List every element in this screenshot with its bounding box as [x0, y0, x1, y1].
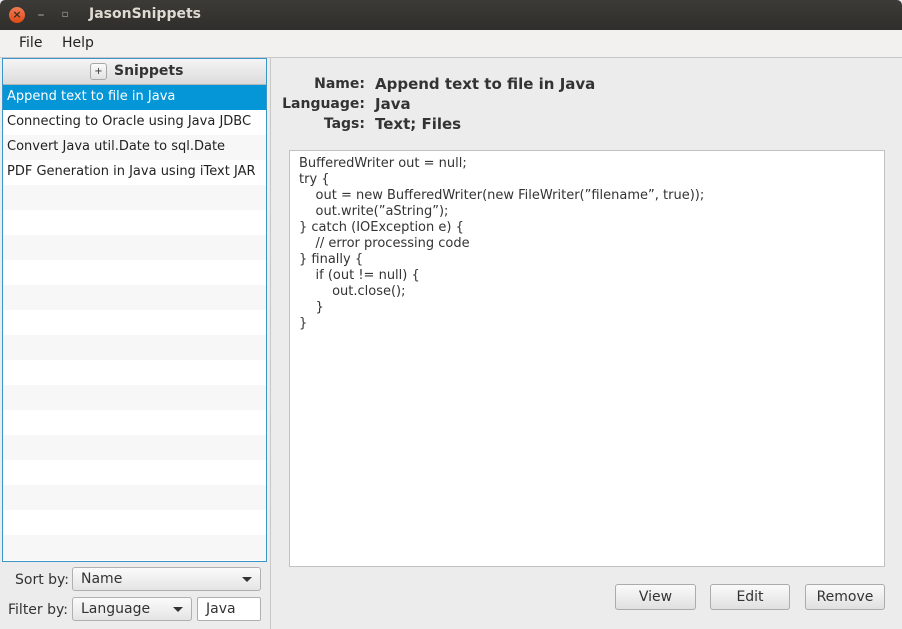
view-button[interactable]: View	[615, 584, 696, 610]
maximize-window-icon[interactable]: ▫	[57, 7, 73, 23]
empty-row	[3, 285, 266, 310]
name-label: Name:	[314, 76, 365, 92]
menu-file[interactable]: File	[19, 35, 42, 51]
empty-row	[3, 310, 266, 335]
window-title: JasonSnippets	[89, 6, 201, 22]
snippets-list-header: + Snippets	[3, 59, 266, 85]
filter-by-value: Language	[81, 601, 151, 617]
empty-row	[3, 410, 266, 435]
empty-row	[3, 260, 266, 285]
empty-row	[3, 435, 266, 460]
add-snippet-button[interactable]: +	[90, 63, 107, 80]
menu-bar: File Help	[0, 30, 902, 58]
sort-by-value: Name	[81, 571, 123, 587]
code-area[interactable]: BufferedWriter out = null; try { out = n…	[289, 150, 885, 567]
empty-row	[3, 560, 266, 561]
name-value: Append text to file in Java	[375, 75, 596, 93]
menu-help[interactable]: Help	[62, 35, 94, 51]
chevron-down-icon	[173, 607, 183, 612]
snippets-list-title: Snippets	[114, 63, 184, 79]
empty-row	[3, 460, 266, 485]
empty-row	[3, 385, 266, 410]
chevron-down-icon	[242, 577, 252, 582]
empty-row	[3, 185, 266, 210]
snippets-list[interactable]: + Snippets Append text to file in Java C…	[2, 58, 267, 562]
list-item[interactable]: Connecting to Oracle using Java JDBC	[3, 110, 266, 135]
tags-value: Text; Files	[375, 115, 462, 133]
filter-by-select[interactable]: Language	[72, 597, 192, 621]
language-label: Language:	[282, 96, 365, 112]
sort-by-label: Sort by:	[15, 572, 70, 588]
app-window: × – ▫ JasonSnippets File Help + Snippets…	[0, 0, 902, 629]
snippets-rows: Append text to file in Java Connecting t…	[3, 85, 266, 561]
code-text: BufferedWriter out = null; try { out = n…	[299, 156, 705, 331]
remove-button[interactable]: Remove	[805, 584, 885, 610]
language-value: Java	[375, 95, 411, 113]
list-item[interactable]: Append text to file in Java	[3, 85, 266, 110]
empty-row	[3, 360, 266, 385]
snippet-details-panel: Name: Append text to file in Java Langua…	[271, 58, 902, 629]
sort-by-select[interactable]: Name	[72, 567, 261, 591]
list-item[interactable]: PDF Generation in Java using iText JAR	[3, 160, 266, 185]
title-bar: × – ▫ JasonSnippets	[0, 0, 902, 30]
empty-row	[3, 335, 266, 360]
close-window-icon[interactable]: ×	[9, 7, 25, 23]
empty-row	[3, 485, 266, 510]
empty-row	[3, 235, 266, 260]
snippets-panel: + Snippets Append text to file in Java C…	[0, 58, 271, 629]
minimize-window-icon[interactable]: –	[33, 7, 49, 23]
list-item[interactable]: Convert Java util.Date to sql.Date	[3, 135, 266, 160]
filter-by-label: Filter by:	[8, 602, 68, 618]
empty-row	[3, 210, 266, 235]
filter-text-field[interactable]: Java	[197, 597, 261, 621]
empty-row	[3, 535, 266, 560]
empty-row	[3, 510, 266, 535]
tags-label: Tags:	[323, 116, 365, 132]
edit-button[interactable]: Edit	[710, 584, 790, 610]
